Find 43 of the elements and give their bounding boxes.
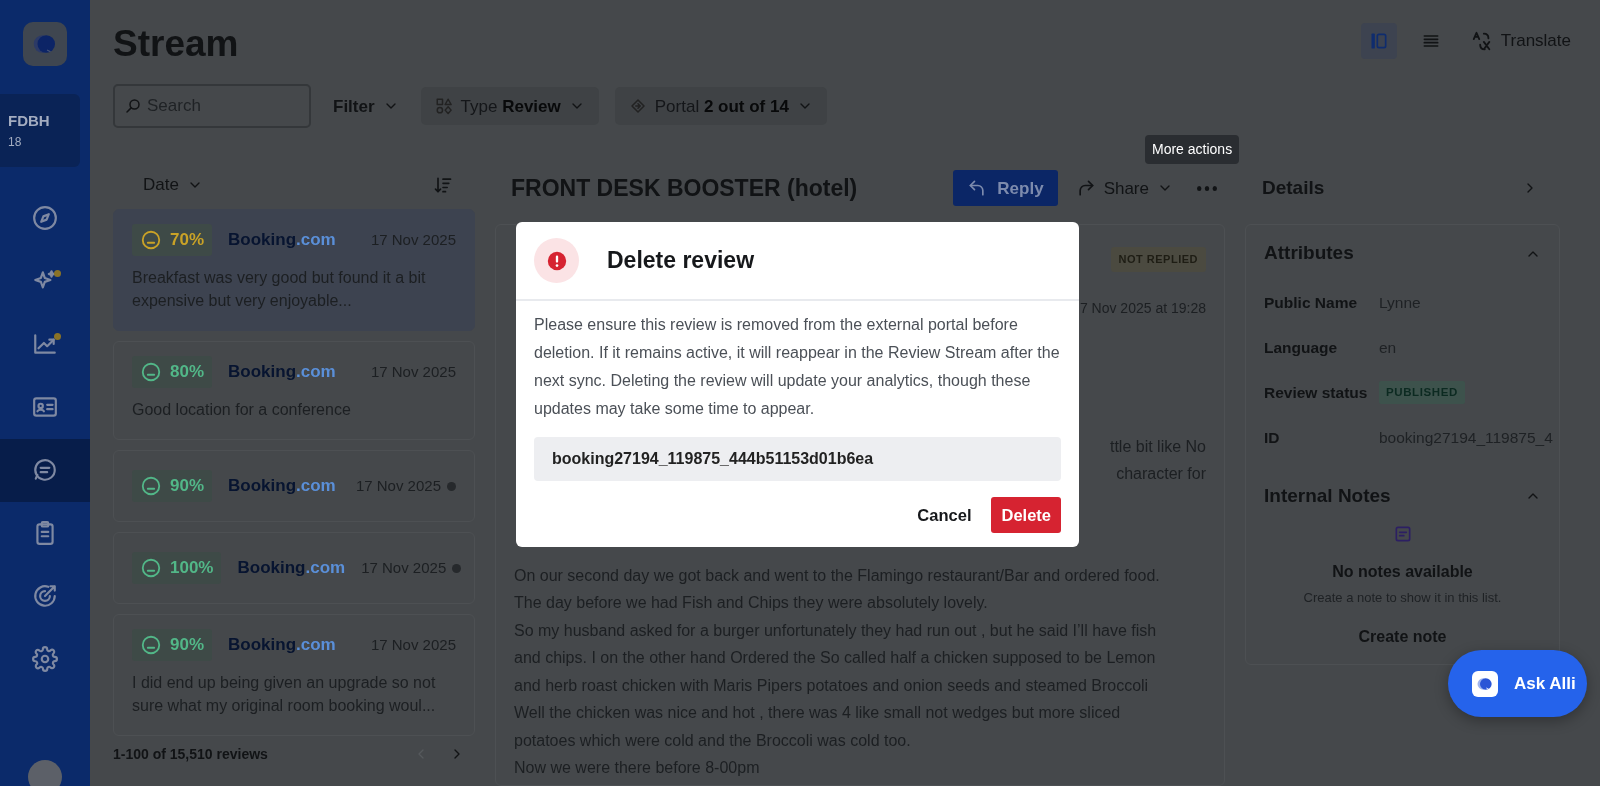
source-logo: Booking.com — [237, 557, 346, 580]
dialog-message: Please ensure this review is removed from the external portal before deletion. If it remains active, it will reappear in the Review Stream after the next sync. Deleting the review will update your analytics, though these updates may take some time to appear. — [534, 315, 1061, 419]
nav-item[interactable] — [0, 438, 90, 502]
score-badge: 100% — [132, 552, 222, 584]
source-logo: Booking.com — [228, 634, 336, 657]
score-badge: 90% — [132, 629, 213, 661]
notification-dot — [54, 332, 61, 340]
reply-button[interactable]: Reply — [953, 170, 1058, 207]
unread-dot — [452, 563, 462, 573]
account-switcher[interactable]: FDBH 18 — [0, 94, 80, 167]
chat-icon — [32, 457, 58, 483]
face-icon — [140, 475, 162, 497]
search-icon — [124, 97, 142, 116]
notification-dot — [54, 269, 61, 277]
settings-icon — [32, 646, 58, 672]
source-logo: Booking.com — [228, 475, 336, 498]
dialog-title: Delete review — [607, 246, 755, 275]
delete-button[interactable]: Delete — [991, 497, 1061, 533]
view-toggle[interactable] — [1360, 23, 1397, 60]
translate-icon — [1470, 30, 1493, 53]
tooltip: More actions — [1145, 135, 1240, 164]
face-icon — [140, 361, 162, 383]
face-icon — [140, 557, 162, 579]
warning-icon — [534, 238, 579, 283]
target-icon — [32, 583, 58, 609]
id-field[interactable]: booking27194_119875_444b51153d01b6ea — [534, 437, 1061, 481]
chart-icon — [32, 331, 58, 357]
portal-icon — [628, 97, 647, 116]
more-icon — [1197, 185, 1217, 191]
score-badge: 70% — [132, 224, 213, 256]
source-logo: Booking.com — [228, 361, 336, 384]
score-badge: 80% — [132, 356, 213, 388]
shapes-icon — [434, 97, 453, 116]
unread-dot — [447, 481, 456, 491]
face-icon — [140, 229, 162, 251]
compass-icon — [32, 205, 58, 231]
app-logo[interactable] — [23, 22, 67, 66]
score-badge: 90% — [132, 470, 213, 502]
avatar[interactable] — [28, 760, 62, 786]
ask-assistant-button[interactable]: Ask Alli — [1448, 650, 1587, 717]
cancel-button[interactable]: Cancel — [911, 501, 978, 529]
id-card-icon — [32, 394, 58, 420]
face-icon — [140, 634, 162, 656]
